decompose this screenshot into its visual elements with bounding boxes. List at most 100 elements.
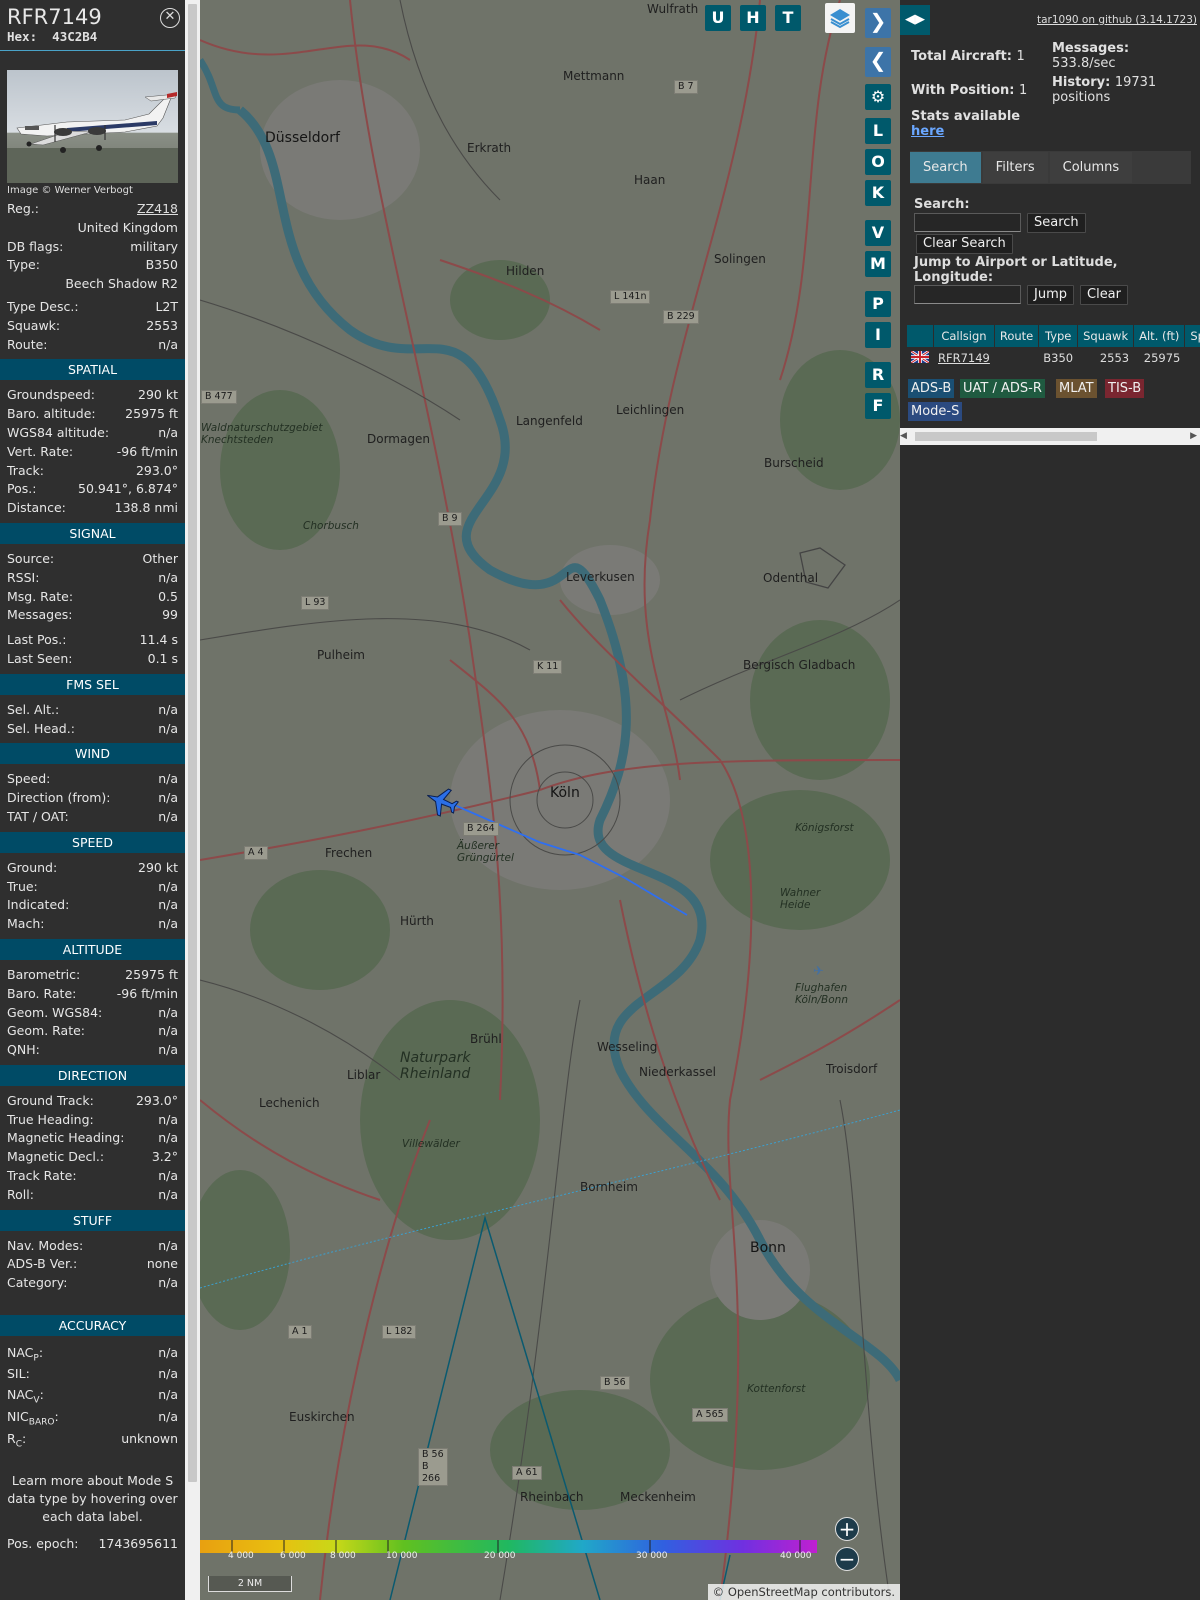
stats-link[interactable]: here [911, 124, 944, 139]
section-stuff: STUFF [0, 1209, 185, 1231]
jump-button[interactable]: Jump [1027, 285, 1074, 305]
close-icon[interactable]: ✕ [160, 8, 180, 28]
svg-text:✈: ✈ [813, 964, 824, 979]
zoom-out-button[interactable]: − [835, 1547, 859, 1571]
github-link[interactable]: tar1090 on github (3.14.1723) [1037, 14, 1197, 26]
map-place-label: Odenthal [763, 571, 819, 585]
field-label: True: [7, 878, 38, 894]
signal-rows-row: Msg. Rate: 0.5 [0, 588, 185, 607]
toolbar-k-button[interactable]: K [865, 180, 891, 206]
toolbar-f-button[interactable]: F [865, 393, 891, 419]
toolbar-r-button[interactable]: R [865, 362, 891, 388]
column-speed[interactable]: Spd [1185, 325, 1200, 347]
registration-link[interactable]: ZZ418 [137, 200, 178, 219]
table-horizontal-scrollbar[interactable]: ◀ ▶ [900, 428, 1200, 445]
field-value: n/a [158, 808, 178, 824]
signal-rows-timing: Last Pos.: 11.4 s Last Seen: 0.1 s [0, 631, 185, 669]
section-speed: SPEED [0, 831, 185, 853]
toolbar-i-button[interactable]: I [865, 322, 891, 348]
search-input[interactable] [914, 213, 1021, 232]
typedesc-row: Type Desc.: L2T [0, 298, 185, 317]
toolbar-m-button[interactable]: M [865, 251, 891, 277]
column-callsign[interactable]: Callsign [934, 325, 994, 347]
field-label: WGS84 altitude: [7, 424, 110, 440]
signal-rows-row: Messages: 99 [0, 606, 185, 625]
altitude-rows-row: Barometric: 25975 ft [0, 966, 185, 985]
field-label: Track: [7, 462, 44, 478]
altitude-color-legend [200, 1538, 817, 1553]
toolbar-o-button[interactable]: O [865, 149, 891, 175]
section-signal: SIGNAL [0, 522, 185, 544]
toolbar-u-button[interactable]: U [705, 5, 731, 31]
speed-rows-row: Ground: 290 kt [0, 859, 185, 878]
table-row[interactable]: RFR7149 B350 2553 25975 [907, 348, 1200, 368]
field-value: 25975 ft [125, 406, 178, 422]
aircraft-marker-icon[interactable] [424, 783, 462, 821]
map-place-label: Lechenich [259, 1096, 320, 1110]
map-place-label: Hürth [400, 914, 434, 928]
map-place-label: Düsseldorf [265, 130, 340, 146]
map-view[interactable]: ✈ Düsseldorf Köln Leverkusen Bonn Solingen Be… [200, 0, 900, 1600]
column-type[interactable]: Type [1039, 325, 1078, 347]
aircraft-info-panel: RFR7149 Hex: 43C2B4 ✕ Image © Werner Ver… [0, 0, 185, 1600]
row-speed [1185, 348, 1200, 368]
map-place-label: Mettmann [563, 69, 625, 83]
field-label: Baro. Rate: [7, 985, 77, 1001]
stuff-rows: Nav. Modes: n/a ADS-B Ver.: none Category: n/… [0, 1237, 185, 1293]
toolbar-t-button[interactable]: T [775, 5, 801, 31]
map-place-label: Bonn [750, 1240, 786, 1256]
field-value: 0.1 s [147, 650, 178, 666]
map-place-label: Wulfrath [647, 2, 699, 16]
zoom-in-button[interactable]: + [835, 1517, 859, 1541]
epoch-label: Pos. epoch: [7, 1536, 79, 1552]
altitude-tick-label: 8 000 [330, 1551, 356, 1561]
road-number-tag: A 4 [244, 846, 268, 860]
aircraft-photo[interactable] [7, 70, 178, 183]
toolbar-p-button[interactable]: P [865, 291, 891, 317]
altitude-rows: Barometric: 25975 ft Baro. Rate: -96 ft/min… [0, 966, 185, 1060]
column-squawk[interactable]: Squawk [1078, 325, 1134, 347]
layers-icon[interactable] [825, 3, 855, 33]
jump-input[interactable] [914, 285, 1021, 304]
map-place-label: Naturpark Rheinland [400, 1050, 471, 1082]
direction-rows: Ground Track: 293.0° True Heading: n/a Magne… [0, 1092, 185, 1205]
tab-filters[interactable]: Filters [982, 152, 1048, 183]
field-value: none [146, 1256, 178, 1272]
tab-search[interactable]: Search [910, 152, 981, 183]
field-value: 99 [162, 607, 178, 623]
toolbar-v-button[interactable]: V [865, 220, 891, 246]
toolbar-l-button[interactable]: L [865, 118, 891, 144]
row-callsign[interactable]: RFR7149 [934, 348, 994, 368]
info-panel-scrollbar[interactable] [185, 0, 200, 1600]
expand-collapse-icon[interactable]: ◀▶ [900, 5, 930, 35]
openstreetmap-link[interactable]: OpenStreetMap [728, 1585, 818, 1599]
fms-rows: Sel. Alt.: n/a Sel. Head.: n/a [0, 701, 185, 739]
clear-button[interactable]: Clear [1080, 285, 1128, 305]
messages-rate: Messages: 533.8/sec [1052, 41, 1130, 71]
callsign-link[interactable]: RFR7149 [938, 351, 990, 365]
column-route[interactable]: Route [994, 325, 1039, 347]
map-place-label: Pulheim [317, 648, 365, 662]
column-flag[interactable] [907, 325, 933, 347]
scrollbar-thumb[interactable] [915, 432, 1097, 441]
source-tag-mlat: MLAT [1056, 379, 1097, 398]
squawk-row: Squawk: 2553 [0, 317, 185, 336]
column-altitude[interactable]: Alt. (ft) [1134, 325, 1185, 347]
search-button[interactable]: Search [1027, 213, 1086, 233]
chevron-right-icon[interactable]: ❯ [865, 8, 891, 38]
field-label: Geom. WGS84: [7, 1004, 103, 1020]
field-label: Indicated: [7, 897, 70, 913]
clear-search-button[interactable]: Clear Search [916, 234, 1013, 254]
typedesc-value: L2T [155, 298, 178, 314]
toolbar-h-button[interactable]: H [740, 5, 766, 31]
dbflags-value: military [130, 238, 178, 254]
chevron-left-icon[interactable]: ❮ [865, 47, 891, 77]
aircraft-table: Callsign Route Type Squawk Alt. (ft) Spd… [906, 324, 1200, 369]
typedesc-label: Type Desc.: [7, 298, 79, 314]
scrollbar-thumb[interactable] [188, 4, 197, 1482]
tab-columns[interactable]: Columns [1049, 152, 1133, 183]
altitude-tick-label: 30 000 [636, 1551, 668, 1561]
map-place-label: Meckenheim [620, 1490, 696, 1504]
field-label: Baro. altitude: [7, 406, 96, 422]
gear-icon[interactable]: ⚙ [865, 84, 891, 110]
